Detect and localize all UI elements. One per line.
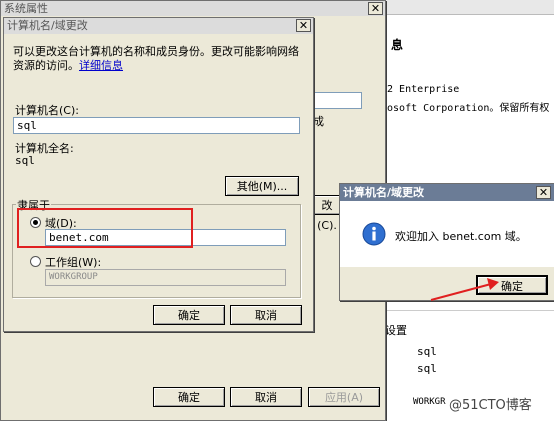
workgroup-input[interactable]: WORKGROUP [45, 269, 286, 286]
message-box-titlebar: 计算机名/域更改 [340, 184, 554, 201]
watermark: @51CTO博客 [449, 398, 532, 413]
system-heading: 息 [391, 38, 404, 52]
dialog-description: 可以更改这台计算机的名称和成员身份。更改可能影响网络资源的访问。详细信息 [13, 45, 303, 73]
system-properties-close-button[interactable]: ✕ [368, 2, 383, 15]
dialog-ok-button[interactable]: 确定 [153, 305, 225, 325]
description-text: 可以更改这台计算机的名称和成员身份。更改可能影响网络资源的访问。 [13, 45, 299, 72]
computer-name-dialog-titlebar: 计算机名/域更改 [4, 18, 313, 34]
pointer-arrow [430, 278, 499, 301]
copyright-text: rosoft Corporation。保留所有权 [381, 103, 550, 114]
welcome-message: 欢迎加入 benet.com 域。 [395, 230, 527, 243]
apply-button[interactable]: 应用(A) [308, 387, 380, 407]
full-name-value: sql [417, 362, 437, 375]
os-edition-text: R2 Enterprise [381, 84, 460, 95]
settings-heading: 设置 [385, 324, 407, 337]
message-box-title: 计算机名/域更改 [343, 186, 425, 199]
workgroup-radio[interactable] [30, 256, 41, 267]
system-properties-title: 系统属性 [4, 2, 48, 15]
computer-name-dialog: 计算机名/域更改 ✕ 可以更改这台计算机的名称和成员身份。更改可能影响网络资源的… [3, 17, 314, 332]
info-icon [362, 222, 386, 246]
full-name-value: sql [15, 154, 35, 167]
computer-name-value: sql [417, 345, 437, 358]
workgroup-value: WORKGR [413, 397, 446, 407]
domain-highlight-box [17, 208, 193, 248]
dialog-cancel-button[interactable]: 取消 [230, 305, 302, 325]
computer-name-dialog-title: 计算机名/域更改 [7, 19, 88, 32]
computer-name-label: 计算机名(C): [15, 104, 79, 117]
workgroup-label: 工作组(W): [45, 256, 102, 269]
system-properties-titlebar: 系统属性 [1, 1, 385, 16]
ok-button[interactable]: 确定 [153, 387, 225, 407]
computer-name-input[interactable]: sql [13, 117, 300, 134]
computer-name-dialog-close-button[interactable]: ✕ [296, 19, 311, 32]
message-box-close-button[interactable]: ✕ [536, 186, 551, 199]
cancel-button[interactable]: 取消 [230, 387, 302, 407]
more-button[interactable]: 其他(M)... [225, 176, 299, 196]
details-link[interactable]: 详细信息 [79, 59, 123, 72]
behind-text-fragment: 成 [313, 115, 324, 128]
